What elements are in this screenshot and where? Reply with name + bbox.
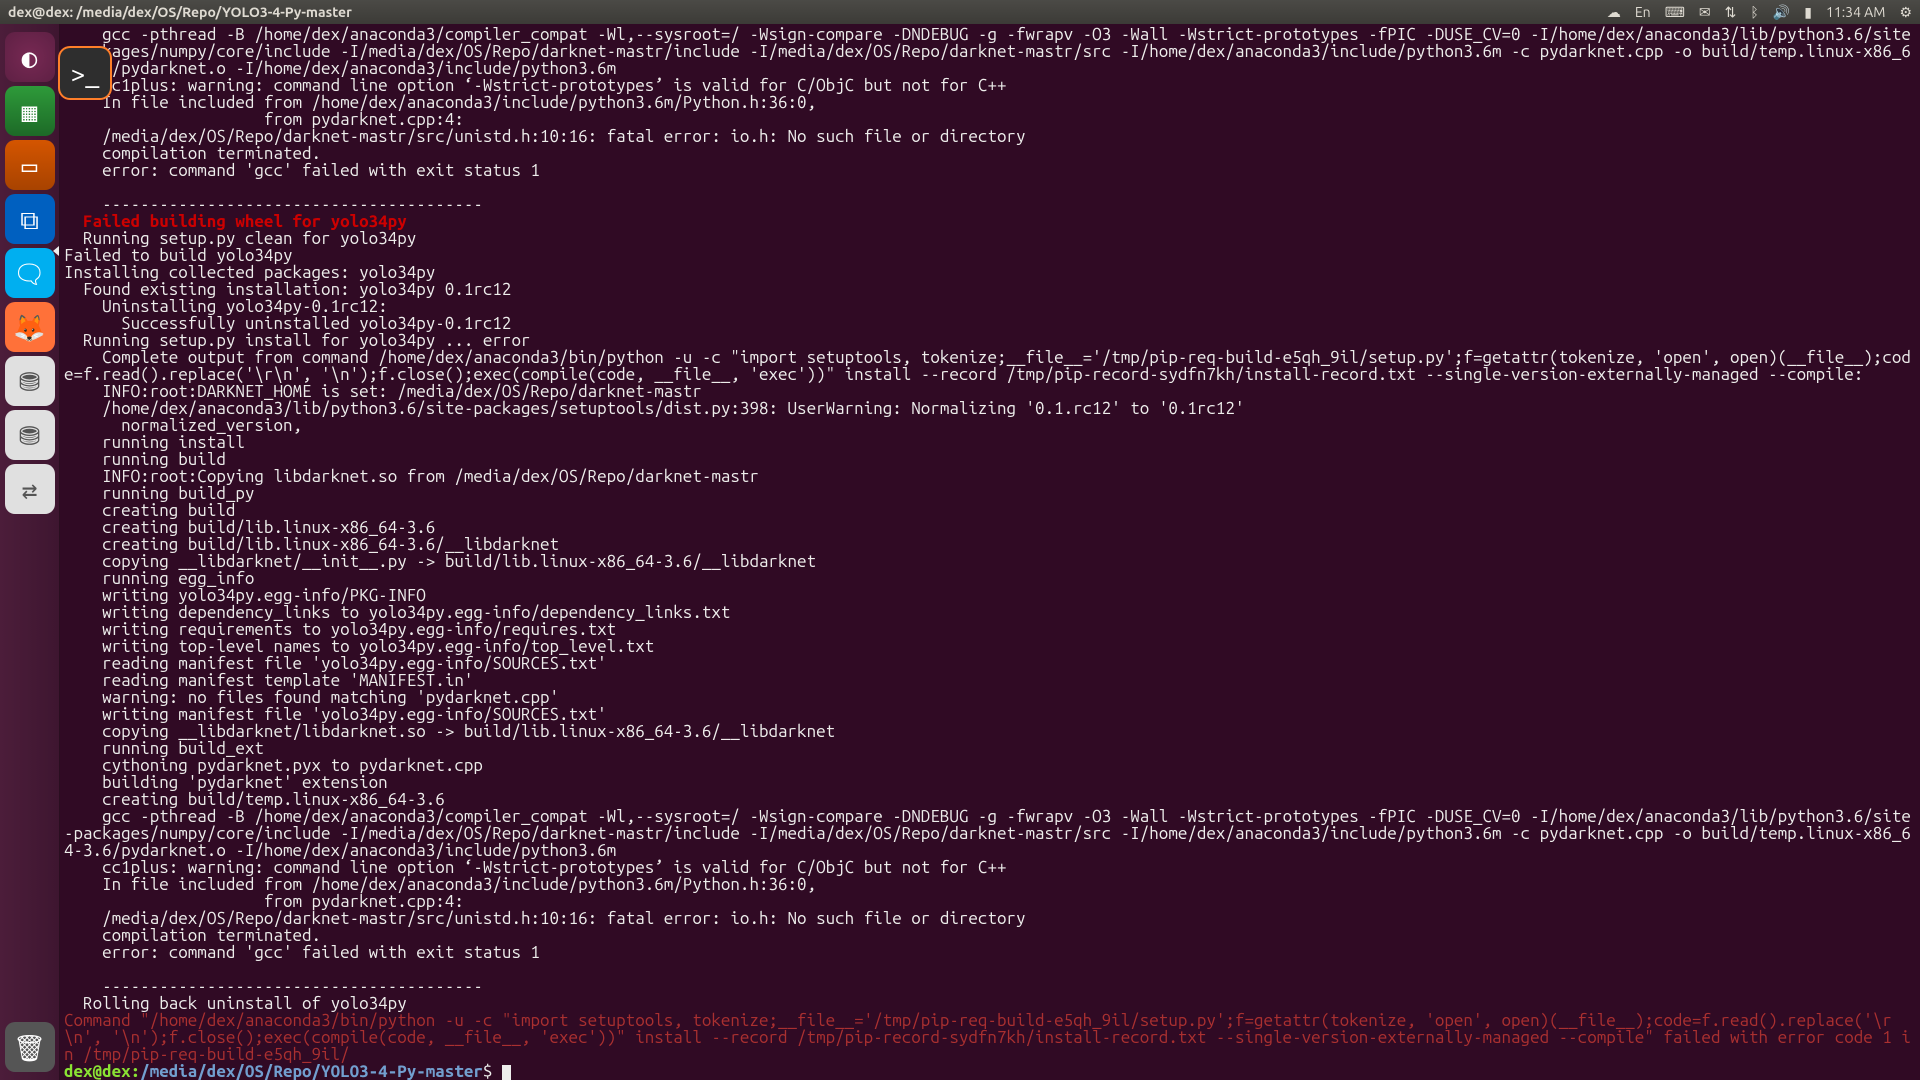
drive-launcher[interactable]: ⛃ — [5, 356, 55, 406]
bluetooth-icon[interactable]: ᛒ — [1750, 4, 1758, 21]
active-app-arrow-icon — [53, 246, 59, 256]
drive2-launcher[interactable]: ⛃ — [5, 410, 55, 460]
network-icon[interactable]: ⇅ — [1725, 4, 1737, 21]
vscode-launcher[interactable]: ⧉ — [5, 194, 55, 244]
out-line: Complete output from command /home/dex/a… — [64, 348, 1911, 384]
mail-icon[interactable]: ✉ — [1699, 4, 1711, 21]
prompt-sigil: $ — [483, 1062, 493, 1080]
dash-launcher[interactable]: ◐ — [5, 32, 55, 82]
error-command-line: Command "/home/dex/anaconda3/bin/python … — [64, 1011, 1911, 1064]
firefox-launcher[interactable]: 🦊 — [5, 302, 55, 352]
terminal-launcher[interactable]: >_ — [60, 48, 110, 98]
clock[interactable]: 11:34 AM — [1826, 4, 1886, 21]
top-menu-bar: dex@dex: /media/dex/OS/Repo/YOLO3-4-Py-m… — [0, 0, 1920, 24]
unity-launcher: ◐ ▦ ▭ >_ ⧉ 🗨 🦊 ⛃ ⛃ ⇄ 🗑 — [0, 24, 60, 1080]
cloud-icon[interactable]: ☁ — [1607, 4, 1621, 21]
skype-launcher[interactable]: 🗨 — [5, 248, 55, 298]
prompt-userhost: dex@dex: — [64, 1062, 140, 1080]
battery-icon[interactable]: ▮ — [1804, 4, 1812, 21]
terminal-window[interactable]: gcc -pthread -B /home/dex/anaconda3/comp… — [60, 24, 1920, 1080]
prompt-path: /media/dex/OS/Repo/YOLO3-4-Py-master — [140, 1062, 483, 1080]
keyboard-indicator[interactable]: En — [1635, 4, 1651, 21]
gear-icon[interactable]: ⚙ — [1899, 4, 1912, 21]
trash-launcher[interactable]: 🗑 — [5, 1022, 55, 1072]
cursor[interactable] — [502, 1065, 511, 1080]
libreoffice-calc[interactable]: ▦ — [5, 86, 55, 136]
out-line: gcc -pthread -B /home/dex/anaconda3/comp… — [64, 25, 1911, 78]
out-line: gcc -pthread -B /home/dex/anaconda3/comp… — [64, 807, 1911, 860]
out-line: error: command 'gcc' failed with exit st… — [64, 943, 540, 962]
terminal-output: gcc -pthread -B /home/dex/anaconda3/comp… — [60, 24, 1920, 1080]
out-line: error: command 'gcc' failed with exit st… — [64, 161, 540, 180]
window-title: dex@dex: /media/dex/OS/Repo/YOLO3-4-Py-m… — [8, 4, 352, 21]
usb-launcher[interactable]: ⇄ — [5, 464, 55, 514]
keyboard-icon[interactable]: ⌨ — [1665, 4, 1685, 21]
indicator-area: ☁ En ⌨ ✉ ⇅ ᛒ 🔊 ▮ 11:34 AM ⚙ — [1607, 4, 1912, 21]
libreoffice-impress[interactable]: ▭ — [5, 140, 55, 190]
volume-icon[interactable]: 🔊 — [1773, 4, 1790, 21]
